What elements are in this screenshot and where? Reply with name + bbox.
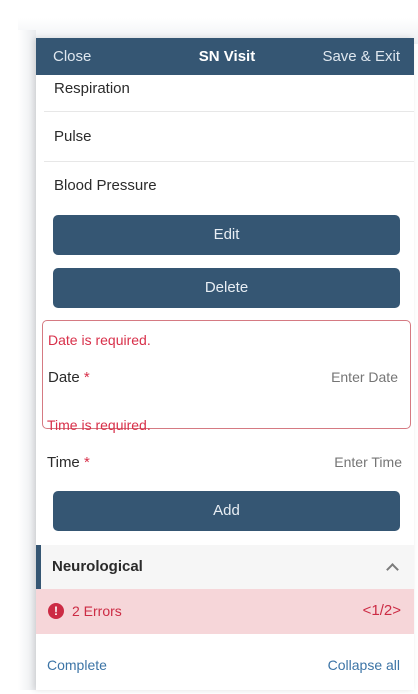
next-error-button[interactable]: > <box>392 602 401 619</box>
add-button[interactable]: Add <box>53 491 400 531</box>
app-screen: Close SN Visit Save & Exit Respiration P… <box>36 38 414 690</box>
complete-button[interactable]: Complete <box>47 657 107 673</box>
error-count[interactable]: 2 Errors <box>72 603 122 619</box>
background-shadow-left <box>18 30 36 690</box>
date-label: Date * <box>48 369 90 386</box>
error-icon: ! <box>48 603 64 619</box>
navigation-bar: Close SN Visit Save & Exit <box>36 38 414 75</box>
section-accent-bar <box>36 545 41 589</box>
date-input[interactable] <box>248 369 398 385</box>
required-asterisk: * <box>83 454 90 471</box>
error-page-indicator: 1/2 <box>371 602 393 619</box>
error-pager: <1/2> <box>363 602 401 619</box>
chevron-up-icon[interactable] <box>386 563 399 576</box>
list-item-pulse[interactable]: Pulse <box>54 128 92 145</box>
date-field-group: Date is required. Date * <box>42 320 411 429</box>
footer-toolbar: Complete Collapse all <box>36 634 414 690</box>
edit-button[interactable]: Edit <box>53 215 400 255</box>
delete-button[interactable]: Delete <box>53 268 400 308</box>
time-error-message: Time is required. <box>47 417 151 433</box>
list-item-respiration[interactable]: Respiration <box>54 80 130 97</box>
divider <box>44 161 414 162</box>
date-label-text: Date <box>48 369 80 386</box>
section-title: Neurological <box>52 558 143 575</box>
save-exit-button[interactable]: Save & Exit <box>322 48 400 65</box>
list-item-blood-pressure[interactable]: Blood Pressure <box>54 177 157 194</box>
divider <box>44 111 414 112</box>
error-summary-bar: ! 2 Errors <1/2> <box>36 589 414 634</box>
time-input[interactable] <box>252 454 402 470</box>
date-error-message: Date is required. <box>48 332 151 348</box>
required-asterisk: * <box>83 369 90 386</box>
time-label-text: Time <box>47 454 80 471</box>
previous-error-button[interactable]: < <box>363 602 372 619</box>
collapse-all-button[interactable]: Collapse all <box>328 657 400 673</box>
neurological-section-header[interactable]: Neurological <box>36 545 414 589</box>
time-label: Time * <box>47 454 90 471</box>
